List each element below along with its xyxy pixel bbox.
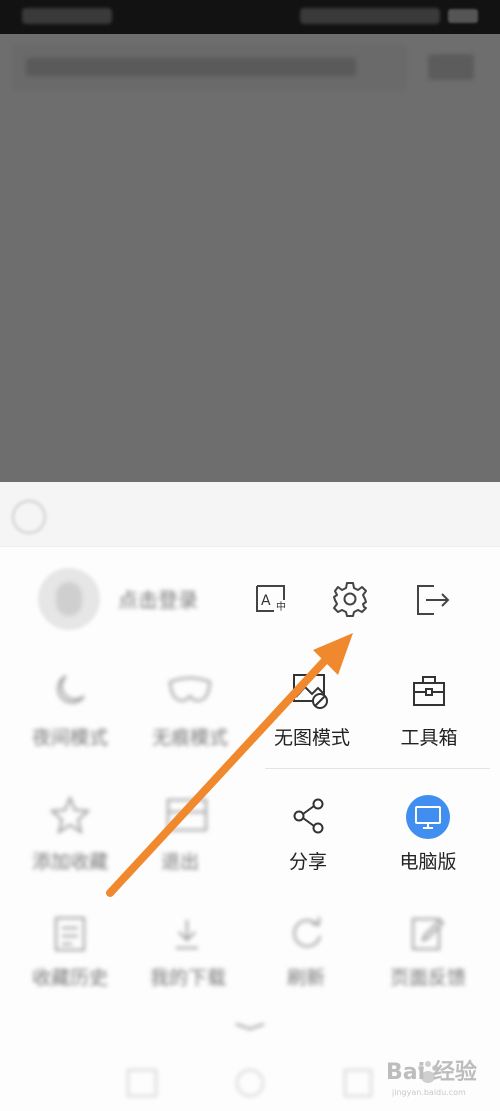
desktop-icon[interactable] (405, 794, 451, 840)
menu-label-exit[interactable]: 退出 (130, 850, 230, 874)
battery-icon (448, 9, 478, 23)
menu-label-history[interactable]: 收藏历史 (20, 966, 120, 990)
status-icons (300, 8, 440, 24)
menu-label-no-image[interactable]: 无图模式 (262, 726, 362, 750)
watermark-text: Bai 经验 (386, 1060, 477, 1085)
share-icon[interactable] (292, 798, 326, 834)
menu-label-feedback[interactable]: 页面反馈 (378, 966, 478, 990)
exit-icon[interactable] (414, 582, 452, 618)
watermark-url: jingyan.baidu.com (392, 1088, 466, 1097)
svg-text:中: 中 (276, 600, 286, 613)
download-icon[interactable] (172, 916, 202, 952)
clipboard-icon[interactable] (52, 914, 88, 952)
menu-label-incognito[interactable]: 无痕模式 (140, 726, 240, 750)
menu-label-refresh[interactable]: 刷新 (256, 966, 356, 990)
no-image-icon[interactable] (292, 673, 330, 709)
menu-label-desktop-version[interactable]: 电脑版 (378, 850, 478, 874)
avatar-figure (56, 582, 82, 616)
header-text (52, 504, 172, 524)
login-link[interactable]: 点击登录 (118, 588, 238, 616)
menu-label-toolbox[interactable]: 工具箱 (379, 726, 479, 750)
menu-label-share[interactable]: 分享 (258, 850, 358, 874)
edit-icon[interactable] (410, 914, 446, 952)
dimmed-page-overlay[interactable] (0, 34, 500, 482)
star-icon[interactable] (50, 796, 90, 834)
panel-icon[interactable] (166, 798, 208, 832)
menu-label-add-bookmark[interactable]: 添加收藏 (20, 850, 120, 874)
moon-icon[interactable] (52, 672, 88, 708)
address-bar-url (26, 58, 356, 76)
refresh-icon[interactable] (288, 914, 326, 952)
header-icon (12, 500, 46, 534)
chevron-down-icon[interactable] (230, 1016, 270, 1031)
mask-icon[interactable] (168, 676, 212, 706)
translate-icon[interactable]: A 中 (254, 584, 290, 614)
status-time (22, 8, 112, 24)
menu-label-downloads[interactable]: 我的下载 (138, 966, 238, 990)
gear-icon[interactable] (331, 580, 369, 618)
menu-label-night-mode[interactable]: 夜间模式 (20, 726, 120, 750)
toolbox-icon[interactable] (411, 674, 447, 708)
svg-text:A: A (261, 593, 271, 609)
divider (265, 768, 490, 769)
tabs-icon (428, 54, 474, 80)
